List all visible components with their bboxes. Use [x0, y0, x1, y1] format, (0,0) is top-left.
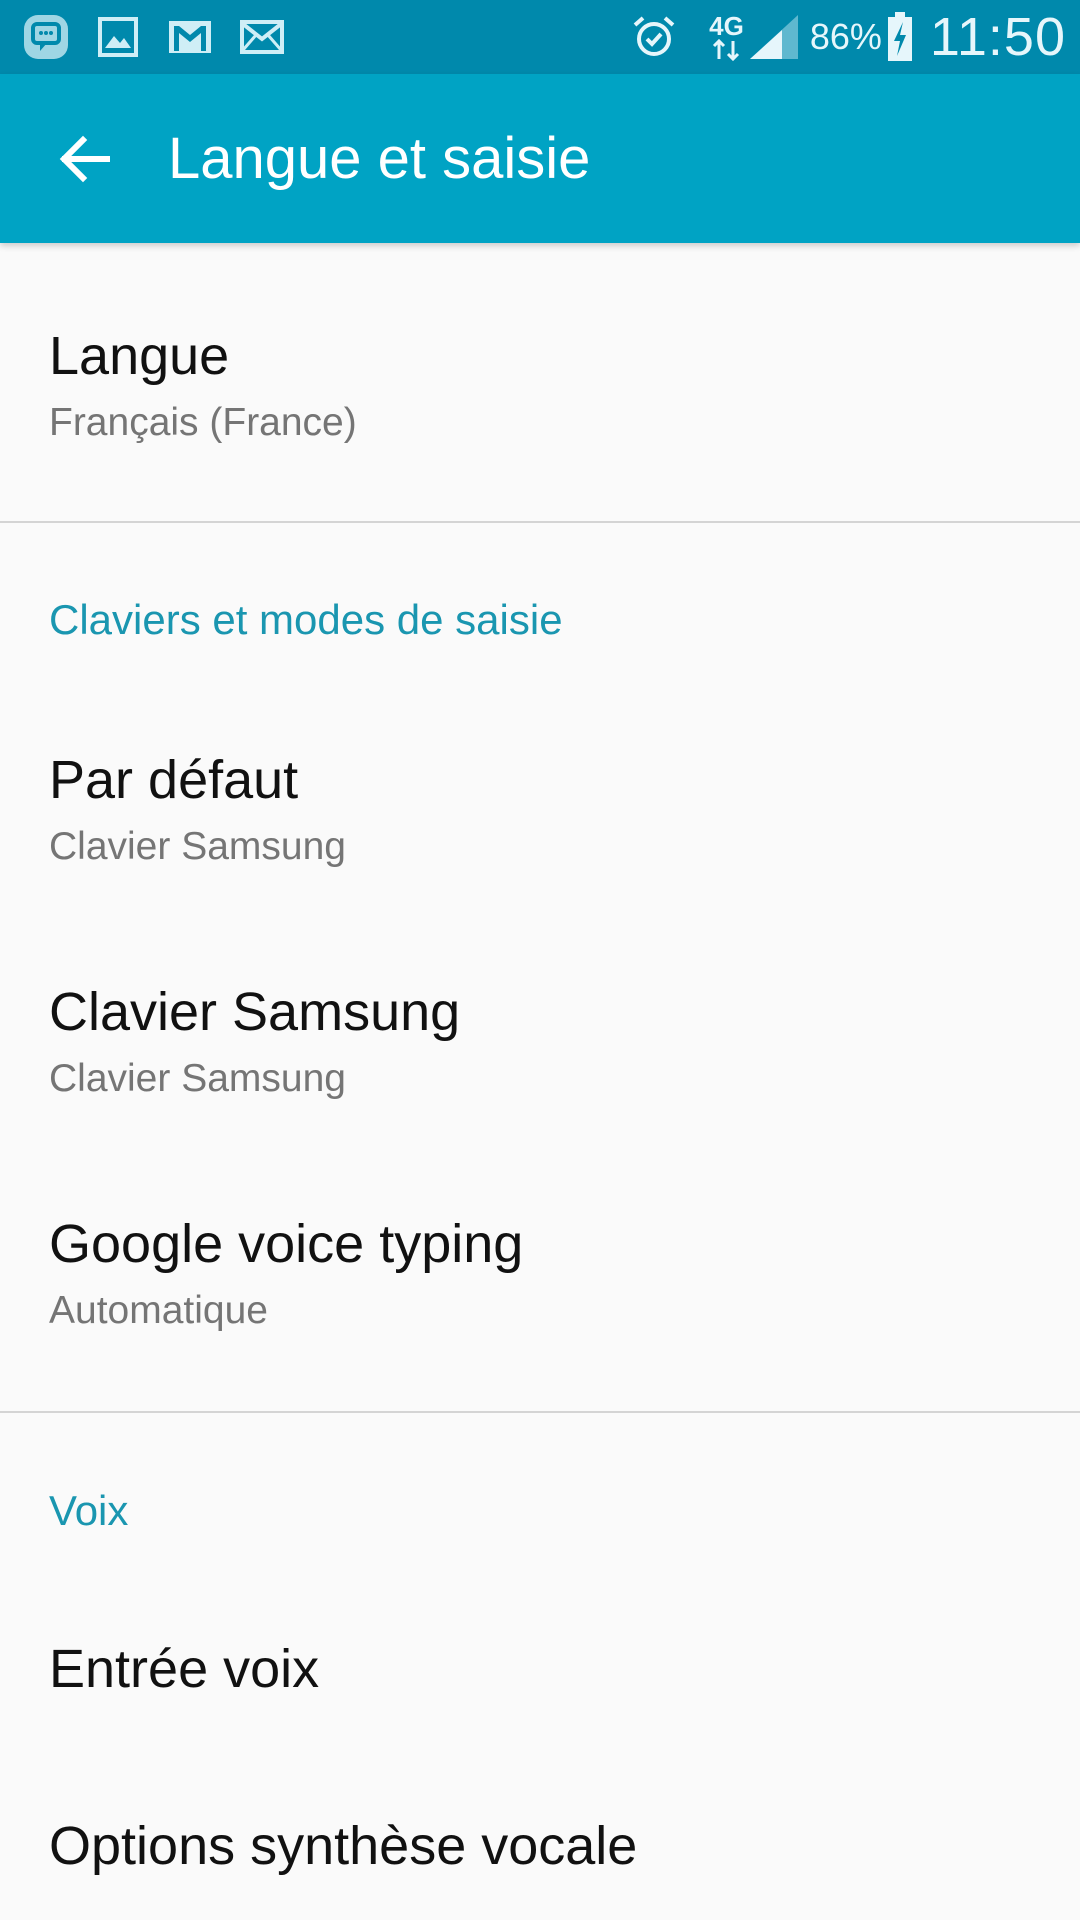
language-title: Langue	[49, 326, 230, 386]
default-keyboard-setting[interactable]: Par défaut Clavier Samsung	[0, 703, 1080, 933]
google-voice-typing-setting[interactable]: Google voice typing Automatique	[0, 1167, 1080, 1397]
samsung-keyboard-setting[interactable]: Clavier Samsung Clavier Samsung	[0, 935, 1080, 1165]
status-bar: 4G 86% 11:50	[0, 0, 1080, 74]
section-header-voice: Voix	[49, 1487, 129, 1534]
4g-data-icon: 4G	[709, 13, 744, 61]
section-header-keyboards: Claviers et modes de saisie	[49, 596, 563, 643]
samsung-keyboard-title: Clavier Samsung	[49, 982, 461, 1042]
image-icon	[92, 11, 144, 63]
default-keyboard-title: Par défaut	[49, 750, 299, 810]
language-value: Français (France)	[49, 401, 357, 444]
email-icon	[236, 11, 288, 63]
signal-icon	[748, 13, 800, 61]
alarm-icon	[631, 14, 677, 60]
google-voice-typing-value: Automatique	[49, 1289, 268, 1332]
system-icons: 4G 86% 11:50	[631, 0, 1066, 74]
page-title: Langue et saisie	[168, 126, 591, 191]
default-keyboard-value: Clavier Samsung	[49, 825, 346, 868]
divider	[0, 1411, 1080, 1413]
tts-options-title: Options synthèse vocale	[49, 1816, 638, 1876]
chat-icon	[20, 11, 72, 63]
language-setting[interactable]: Langue Français (France)	[0, 243, 1080, 521]
arrow-back-icon	[59, 135, 110, 183]
tts-options-setting[interactable]: Options synthèse vocale	[0, 1763, 1080, 1920]
battery-percent: 86%	[809, 16, 882, 57]
app-bar: Langue et saisie	[0, 74, 1080, 243]
network-type-label: 4G	[709, 11, 744, 41]
notification-icons	[20, 0, 308, 74]
samsung-keyboard-value: Clavier Samsung	[49, 1057, 346, 1100]
voice-input-setting[interactable]: Entrée voix	[0, 1593, 1080, 1761]
google-voice-typing-title: Google voice typing	[49, 1214, 524, 1274]
gmail-icon	[164, 11, 216, 63]
divider	[0, 521, 1080, 523]
back-button[interactable]	[50, 124, 120, 194]
battery-charging-icon	[886, 11, 914, 63]
clock: 11:50	[929, 7, 1066, 67]
voice-input-title: Entrée voix	[49, 1639, 320, 1699]
